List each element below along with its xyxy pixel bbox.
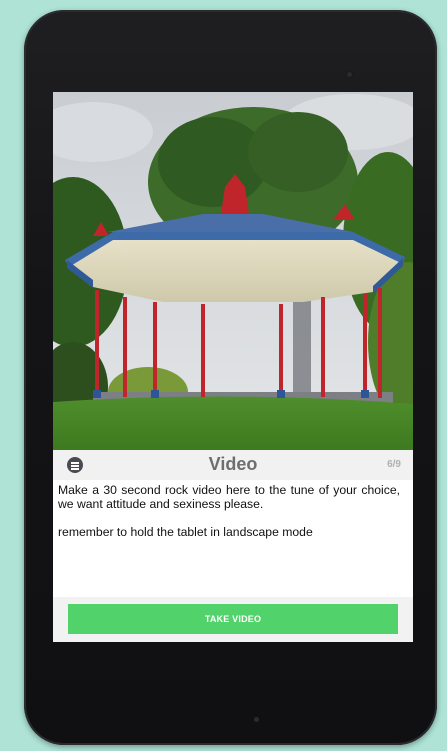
- bandstand-photo: [53, 92, 413, 450]
- take-video-button[interactable]: TAKE VIDEO: [68, 604, 398, 634]
- app-screen: Video 6/9 Make a 30 second rock video he…: [53, 92, 413, 642]
- page-title: Video: [208, 454, 258, 474]
- progress-counter: 6/9: [387, 459, 401, 470]
- home-indicator: [254, 717, 259, 722]
- question-description: Make a 30 second rock video here to the …: [58, 483, 400, 553]
- orientation-note: remember to hold the tablet in landscape…: [58, 525, 313, 539]
- question-header: Video 6/9: [53, 450, 413, 480]
- instruction-text: Make a 30 second rock video here to the …: [58, 483, 400, 511]
- camera-icon: [345, 70, 354, 79]
